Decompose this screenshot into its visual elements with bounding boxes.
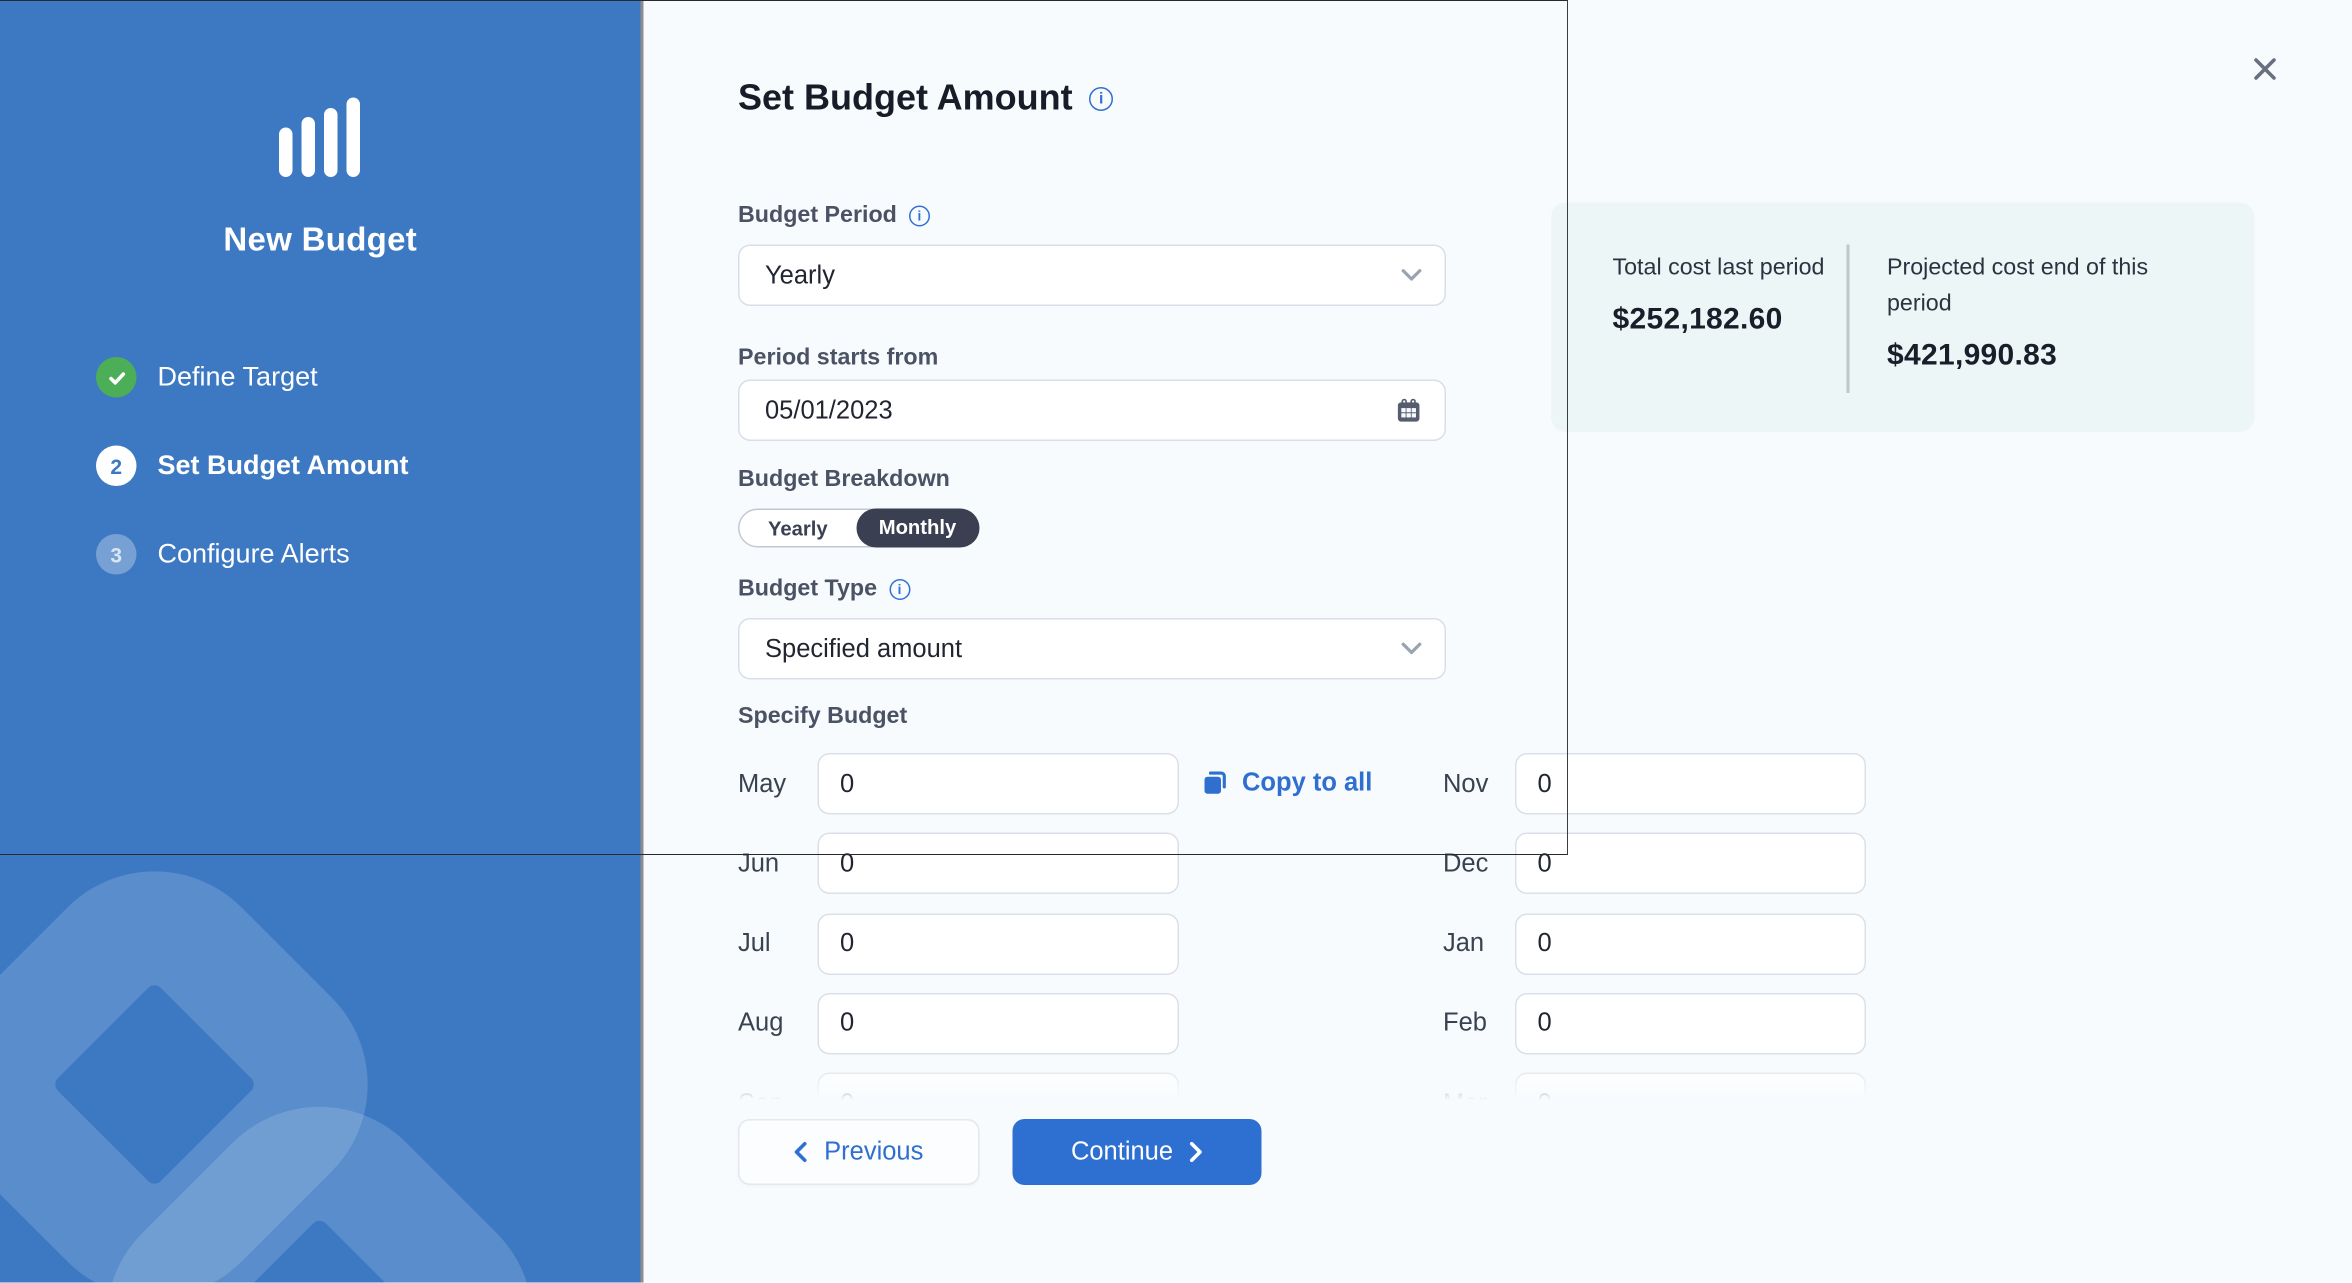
previous-button[interactable]: Previous: [738, 1119, 980, 1185]
budget-period-select[interactable]: Yearly: [738, 245, 1446, 307]
period-start-date-input[interactable]: [765, 395, 1395, 425]
month-budget-input-mar[interactable]: [1515, 1073, 1866, 1110]
chevron-right-icon: [1190, 1142, 1204, 1163]
projected-cost-end-period: Projected cost end of this period $421,9…: [1887, 251, 2205, 374]
cost-summary-panel: Total cost last period $252,182.60 Proje…: [1551, 203, 2255, 433]
copy-to-all-label: Copy to all: [1242, 768, 1372, 798]
month-label-nov: Nov: [1443, 769, 1515, 799]
month-label-may: May: [738, 769, 818, 799]
month-label-sep: Sep: [738, 1089, 818, 1110]
budget-type-label-text: Budget Type: [738, 576, 877, 603]
cost-label: Projected cost end of this period: [1887, 251, 2205, 323]
month-budget-input-feb[interactable]: [1515, 993, 1866, 1055]
close-icon[interactable]: [2247, 51, 2283, 87]
budget-type-label: Budget Type i: [738, 576, 910, 603]
month-budget-input-may[interactable]: [818, 753, 1180, 815]
step-label: Configure Alerts: [158, 539, 350, 571]
toggle-option-yearly[interactable]: Yearly: [740, 511, 857, 546]
month-row: Jun: [738, 833, 1181, 895]
set-budget-amount-panel: Set Budget Amount i Budget Period i Year…: [644, 0, 2352, 1283]
budget-period-label-text: Budget Period: [738, 203, 897, 230]
info-icon[interactable]: i: [909, 206, 930, 227]
month-budget-input-nov[interactable]: [1515, 753, 1866, 815]
month-label-jan: Jan: [1443, 929, 1515, 959]
page-title-text: Set Budget Amount: [738, 78, 1073, 120]
month-label-jun: Jun: [738, 849, 818, 879]
budget-breakdown-label: Budget Breakdown: [738, 467, 950, 494]
cost-divider: [1847, 245, 1849, 394]
month-budget-input-sep[interactable]: [818, 1073, 1180, 1110]
budget-type-select[interactable]: Specified amount: [738, 618, 1446, 680]
month-row: Dec: [1443, 833, 1866, 895]
specify-budget-label-text: Specify Budget: [738, 704, 907, 731]
toggle-option-monthly[interactable]: Monthly: [856, 509, 979, 548]
info-icon[interactable]: i: [1089, 87, 1113, 111]
sidebar-watermark: [0, 0, 641, 1283]
budget-breakdown-label-text: Budget Breakdown: [738, 467, 950, 494]
months-column-right: Nov Dec Jan Feb Mar: [1443, 743, 1866, 1111]
budget-type-value: Specified amount: [765, 634, 962, 664]
months-column-left: May Jun Jul Aug Sep: [738, 743, 1181, 1111]
month-row: Aug: [738, 993, 1181, 1055]
cost-value: $421,990.83: [1887, 339, 2205, 374]
budget-period-label: Budget Period i: [738, 203, 930, 230]
month-row: Feb: [1443, 993, 1866, 1055]
cost-label: Total cost last period: [1613, 251, 1841, 287]
chevron-down-icon: [1401, 642, 1422, 656]
chevron-down-icon: [1401, 269, 1422, 283]
calendar-icon[interactable]: [1395, 396, 1422, 425]
step-complete-check-icon: [96, 357, 137, 398]
month-budget-input-jul[interactable]: [818, 913, 1180, 975]
month-budget-input-jan[interactable]: [1515, 913, 1866, 975]
month-label-jul: Jul: [738, 929, 818, 959]
step-set-budget-amount[interactable]: 2 Set Budget Amount: [96, 446, 617, 487]
month-row: May: [738, 753, 1181, 815]
month-budget-input-dec[interactable]: [1515, 833, 1866, 895]
month-row: Sep: [738, 1073, 1181, 1110]
step-number-badge: 3: [96, 534, 137, 575]
previous-button-label: Previous: [824, 1137, 923, 1167]
info-icon[interactable]: i: [889, 579, 910, 600]
month-row: Mar: [1443, 1073, 1866, 1110]
budget-period-value: Yearly: [765, 260, 835, 290]
page-title: Set Budget Amount i: [738, 78, 1113, 120]
copy-icon: [1200, 768, 1230, 798]
app-logo-bar-chart-icon: [279, 98, 360, 178]
chevron-left-icon: [794, 1142, 808, 1163]
wizard-steps: Define Target 2 Set Budget Amount 3 Conf…: [96, 357, 617, 623]
budget-wizard-modal: New Budget Define Target 2 Set Budget Am…: [0, 0, 2352, 1282]
cost-value: $252,182.60: [1613, 303, 1841, 338]
step-configure-alerts[interactable]: 3 Configure Alerts: [96, 534, 617, 575]
month-row: Nov: [1443, 753, 1866, 815]
month-label-aug: Aug: [738, 1009, 818, 1039]
copy-to-all-button[interactable]: Copy to all: [1200, 768, 1372, 798]
monthly-budget-grid: May Jun Jul Aug Sep Nov Dec Jan Feb Mar Copy to …: [738, 743, 1968, 1111]
step-label: Define Target: [158, 362, 318, 394]
month-budget-input-aug[interactable]: [818, 993, 1180, 1055]
step-label: Set Budget Amount: [158, 450, 409, 482]
breakdown-toggle: Yearly Monthly: [738, 509, 978, 548]
continue-button-label: Continue: [1071, 1137, 1173, 1167]
period-starts-label: Period starts from: [738, 345, 938, 372]
month-budget-input-jun[interactable]: [818, 833, 1180, 895]
wizard-title: New Budget: [0, 221, 641, 260]
step-number-badge: 2: [96, 446, 137, 487]
month-label-feb: Feb: [1443, 1009, 1515, 1039]
month-row: Jul: [738, 913, 1181, 975]
specify-budget-label: Specify Budget: [738, 704, 907, 731]
month-label-mar: Mar: [1443, 1089, 1515, 1110]
total-cost-last-period: Total cost last period $252,182.60: [1613, 251, 1841, 338]
step-define-target[interactable]: Define Target: [96, 357, 617, 398]
wizard-sidebar: New Budget Define Target 2 Set Budget Am…: [0, 0, 641, 1283]
month-row: Jan: [1443, 913, 1866, 975]
month-label-dec: Dec: [1443, 849, 1515, 879]
period-starts-label-text: Period starts from: [738, 345, 938, 372]
period-start-date-field: [738, 380, 1446, 442]
continue-button[interactable]: Continue: [1013, 1119, 1262, 1185]
